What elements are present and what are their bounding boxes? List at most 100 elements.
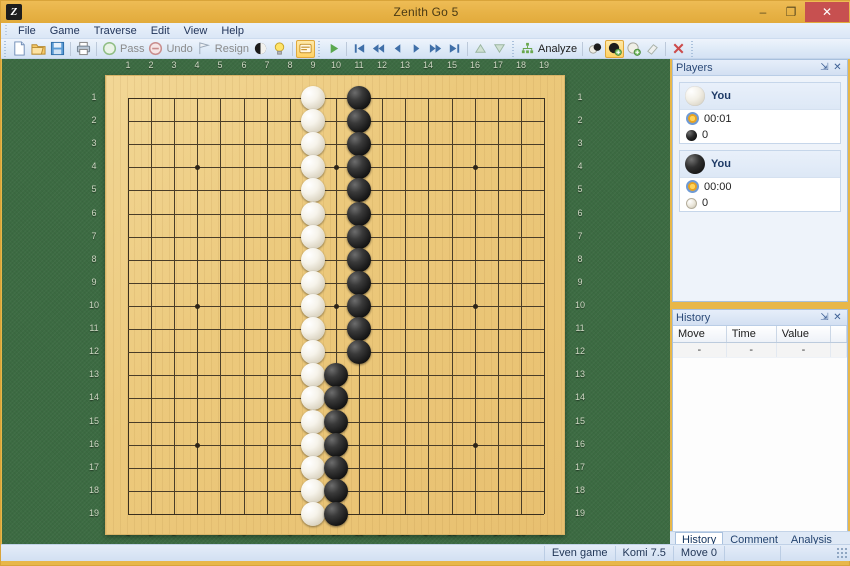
- last-move-button[interactable]: [445, 40, 464, 58]
- hint-button[interactable]: [270, 40, 289, 58]
- black-stone[interactable]: [347, 86, 371, 110]
- menu-item-game[interactable]: Game: [43, 24, 87, 38]
- first-move-button[interactable]: [350, 40, 369, 58]
- white-stone[interactable]: [301, 386, 325, 410]
- white-stone[interactable]: [301, 340, 325, 364]
- close-icon[interactable]: ✕: [831, 311, 844, 324]
- first-move-icon: [352, 41, 367, 56]
- white-stone[interactable]: [301, 155, 325, 179]
- black-stone[interactable]: [347, 294, 371, 318]
- eraser-button[interactable]: [643, 40, 662, 58]
- fast-rewind-button[interactable]: [369, 40, 388, 58]
- menu-item-traverse[interactable]: Traverse: [87, 24, 144, 38]
- white-stone[interactable]: [301, 363, 325, 387]
- comment-toggle-button[interactable]: [296, 39, 316, 58]
- toolbar-grip-2[interactable]: [317, 40, 323, 57]
- resign-button[interactable]: Resign: [195, 40, 251, 58]
- white-stone[interactable]: [301, 479, 325, 503]
- down-variation-button[interactable]: [490, 40, 509, 58]
- black-stone[interactable]: [324, 456, 348, 480]
- pin-icon[interactable]: ⇲: [818, 311, 831, 324]
- row-label-right: 1: [577, 92, 583, 102]
- analyze-button[interactable]: Analyze: [518, 40, 579, 58]
- history-column-header[interactable]: Move: [673, 326, 727, 343]
- fast-forward-button[interactable]: [426, 40, 445, 58]
- toolbar-grip-1[interactable]: [3, 40, 8, 57]
- stone-toggle-button[interactable]: [251, 40, 270, 58]
- player-captures-row: 0: [680, 195, 840, 211]
- history-table[interactable]: Move Time Value ---: [673, 326, 847, 358]
- white-stone[interactable]: [301, 248, 325, 272]
- next-move-button[interactable]: [407, 40, 426, 58]
- pass-button[interactable]: Pass: [100, 40, 146, 58]
- white-stone[interactable]: [301, 271, 325, 295]
- white-stone[interactable]: [301, 456, 325, 480]
- pass-icon: [102, 41, 117, 56]
- toolbar-grip-3[interactable]: [511, 40, 517, 57]
- menu-grip-handle[interactable]: [3, 24, 11, 37]
- prev-move-icon: [390, 41, 405, 56]
- black-stone[interactable]: [347, 271, 371, 295]
- up-variation-button[interactable]: [471, 40, 490, 58]
- white-stone[interactable]: [301, 502, 325, 526]
- history-column-header[interactable]: [830, 326, 847, 343]
- black-stone[interactable]: [324, 363, 348, 387]
- white-stone[interactable]: [301, 410, 325, 434]
- prev-move-button[interactable]: [388, 40, 407, 58]
- black-stone[interactable]: [347, 202, 371, 226]
- pin-icon[interactable]: ⇲: [818, 61, 831, 74]
- undo-button[interactable]: Undo: [146, 40, 194, 58]
- resize-grip[interactable]: [836, 547, 848, 559]
- menu-item-help[interactable]: Help: [214, 24, 251, 38]
- place-black-stone-button[interactable]: [605, 39, 625, 58]
- menu-item-edit[interactable]: Edit: [144, 24, 177, 38]
- go-board[interactable]: [105, 75, 565, 535]
- history-column-header[interactable]: Value: [776, 326, 832, 343]
- black-stone[interactable]: [347, 225, 371, 249]
- black-stone[interactable]: [347, 178, 371, 202]
- black-stone[interactable]: [347, 132, 371, 156]
- white-stone[interactable]: [301, 202, 325, 226]
- minimize-button[interactable]: –: [749, 2, 777, 21]
- white-stone[interactable]: [301, 294, 325, 318]
- black-stone[interactable]: [347, 340, 371, 364]
- place-white-stone-button[interactable]: [624, 40, 643, 58]
- black-stone[interactable]: [347, 248, 371, 272]
- new-game-button[interactable]: [10, 40, 29, 58]
- save-game-button[interactable]: [48, 40, 67, 58]
- menu-item-view[interactable]: View: [177, 24, 215, 38]
- black-stone[interactable]: [347, 317, 371, 341]
- delete-button[interactable]: [669, 40, 688, 58]
- white-stone[interactable]: [301, 86, 325, 110]
- history-column-header[interactable]: Time: [726, 326, 777, 343]
- maximize-button[interactable]: ❐: [777, 2, 805, 21]
- two-stones-button[interactable]: [586, 40, 605, 58]
- toolbar-separator-2: [96, 41, 97, 56]
- black-stone[interactable]: [324, 502, 348, 526]
- black-stone[interactable]: [347, 155, 371, 179]
- hint-bulb-icon: [272, 41, 287, 56]
- black-stone[interactable]: [324, 433, 348, 457]
- next-move-icon: [409, 41, 424, 56]
- white-stone[interactable]: [301, 109, 325, 133]
- player-time: 00:00: [704, 180, 732, 193]
- white-stone[interactable]: [301, 225, 325, 249]
- black-stone[interactable]: [324, 479, 348, 503]
- grid-line-vertical: [544, 98, 545, 514]
- black-stone[interactable]: [324, 386, 348, 410]
- white-stone[interactable]: [301, 317, 325, 341]
- row-label-right: 16: [574, 439, 585, 449]
- white-stone[interactable]: [301, 433, 325, 457]
- menu-item-file[interactable]: File: [11, 24, 43, 38]
- toolbar-grip-4[interactable]: [690, 40, 696, 57]
- play-button[interactable]: [324, 40, 343, 58]
- white-stone[interactable]: [301, 178, 325, 202]
- black-stone[interactable]: [324, 410, 348, 434]
- black-stone[interactable]: [347, 109, 371, 133]
- open-game-button[interactable]: [29, 40, 48, 58]
- close-icon[interactable]: ✕: [831, 61, 844, 74]
- print-button[interactable]: [74, 40, 93, 58]
- close-button[interactable]: ✕: [805, 2, 849, 22]
- white-stone[interactable]: [301, 132, 325, 156]
- history-row[interactable]: ---: [673, 342, 847, 358]
